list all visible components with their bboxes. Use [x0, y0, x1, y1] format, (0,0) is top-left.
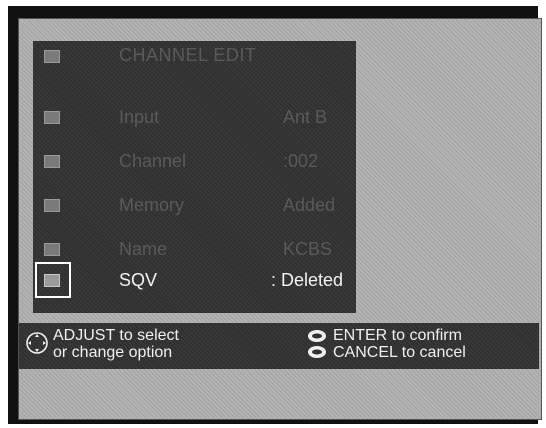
joystick-icon — [26, 332, 48, 354]
menu-item-sqv[interactable]: SQV : Deleted — [33, 262, 356, 313]
menu-item-label: Name — [119, 239, 168, 259]
menu-item-value: Added — [283, 195, 336, 215]
channel-edit-menu: CHANNEL EDIT Input Ant B Channel :002 Me… — [33, 41, 356, 313]
cancel-button-icon — [308, 346, 326, 358]
button-hint-text: ENTER to confirm CANCEL to cancel — [333, 327, 466, 361]
menu-item-icon — [44, 155, 60, 168]
menu-item-value: :002 — [283, 151, 319, 171]
menu-icon — [44, 50, 60, 63]
menu-item-value: : Deleted — [271, 270, 344, 290]
adjust-hint: ADJUST to select or change option — [23, 327, 273, 367]
menu-item-icon — [44, 274, 60, 287]
menu-item-label: Channel — [119, 151, 187, 171]
menu-item-icon — [44, 111, 60, 124]
enter-hint: ENTER to confirm — [333, 327, 462, 344]
menu-item-input[interactable]: Input Ant B — [33, 89, 356, 133]
menu-item-value: Ant B — [283, 107, 328, 127]
menu-item-name[interactable]: Name KCBS — [33, 221, 356, 265]
adjust-hint-line-2: or change option — [53, 344, 173, 361]
menu-item-icon — [44, 199, 60, 212]
cancel-hint: CANCEL to cancel — [333, 344, 466, 361]
menu-item-label: Input — [119, 107, 160, 127]
menu-item-icon — [44, 243, 60, 256]
menu-item-channel[interactable]: Channel :002 — [33, 133, 356, 177]
help-bar: ADJUST to select or change option ENTER … — [19, 323, 539, 369]
adjust-hint-text: ADJUST to select or change option — [53, 327, 179, 361]
button-hints: ENTER to confirm CANCEL to cancel — [299, 327, 535, 367]
menu-item-label: Memory — [119, 195, 185, 215]
enter-button-icon — [308, 330, 326, 342]
menu-item-value: KCBS — [283, 239, 333, 259]
adjust-hint-line-1: ADJUST to select — [53, 327, 179, 344]
osd-screen: CHANNEL EDIT Input Ant B Channel :002 Me… — [18, 18, 542, 420]
menu-title: CHANNEL EDIT — [119, 45, 257, 65]
menu-item-memory[interactable]: Memory Added — [33, 177, 356, 221]
menu-item-label: SQV — [119, 270, 158, 290]
